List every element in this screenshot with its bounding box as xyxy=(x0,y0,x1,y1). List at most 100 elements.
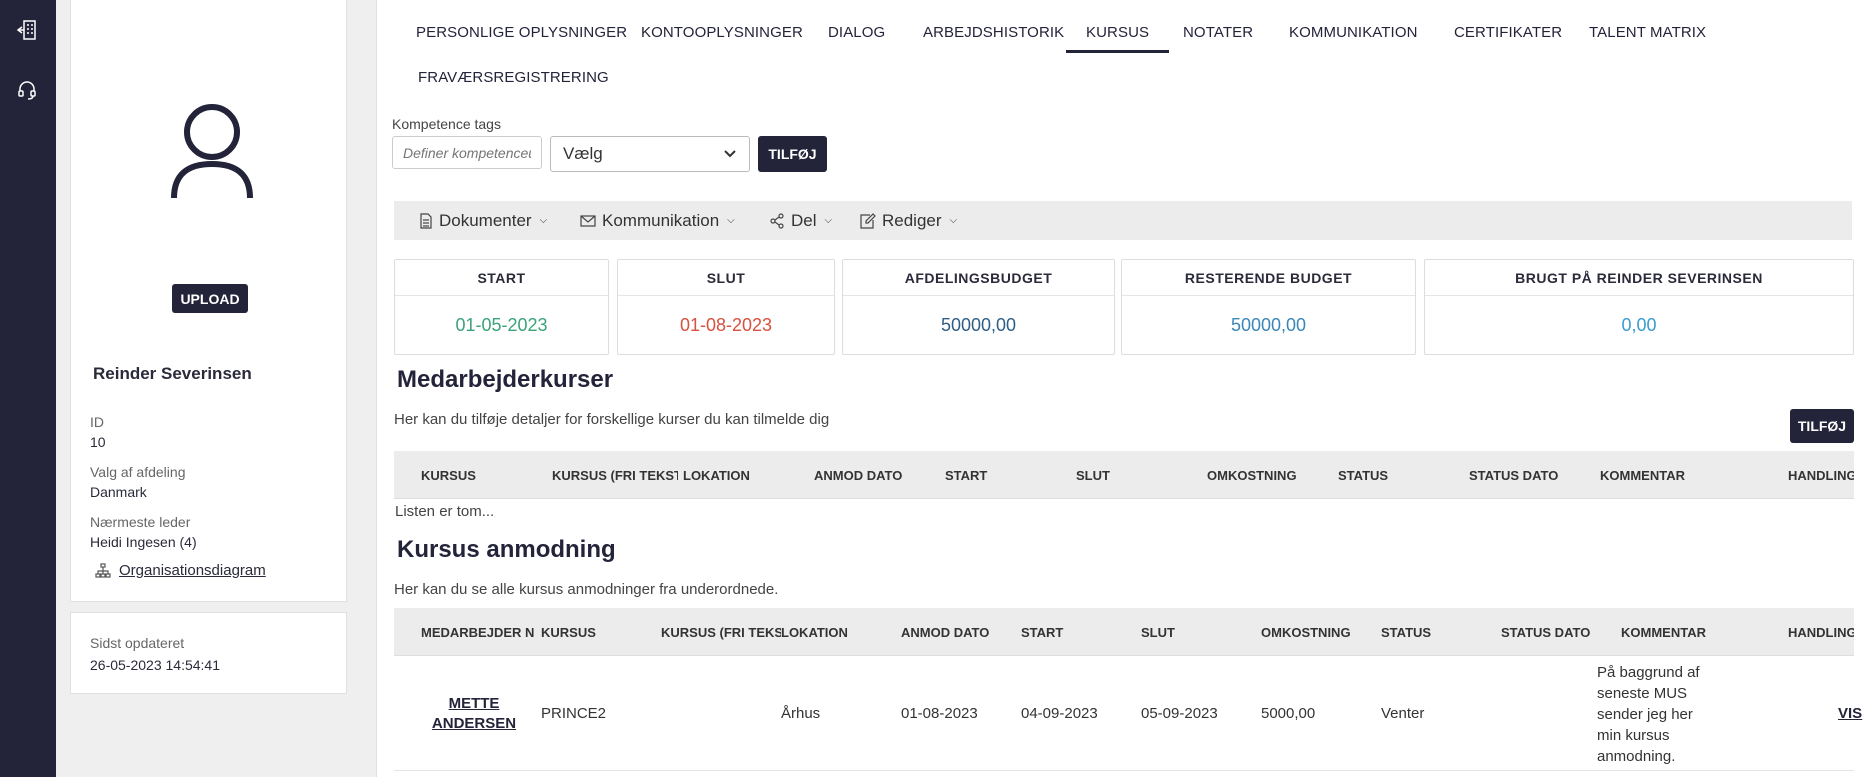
id-label: ID xyxy=(90,414,104,430)
column-header: OMKOSTNING xyxy=(1207,467,1297,483)
cell-comment: På baggrund af seneste MUS sender jeg he… xyxy=(1597,664,1700,765)
documents-label: Dokumenter xyxy=(439,210,532,230)
tab-account-info[interactable]: KONTOOPLYSNINGER xyxy=(641,24,803,41)
tab-certificates[interactable]: CERTIFIKATER xyxy=(1454,24,1562,41)
competence-tag-input[interactable] xyxy=(392,136,542,169)
stat-start-value: 01-05-2023 xyxy=(455,314,548,335)
tab-talent-matrix[interactable]: TALENT MATRIX xyxy=(1589,24,1706,41)
view-request-link[interactable]: VIS xyxy=(1838,705,1862,722)
competence-select[interactable]: Vælg xyxy=(550,136,750,172)
column-header: KURSUS (FRI TEKST) xyxy=(661,624,781,640)
cell-status: Venter xyxy=(1381,705,1425,722)
upload-button[interactable]: UPLOAD xyxy=(172,284,248,313)
department-label: Valg af afdeling xyxy=(90,464,186,480)
column-header: START xyxy=(1021,624,1064,640)
stat-start: START 01-05-2023 xyxy=(394,259,609,355)
empty-list-text: Listen er tom... xyxy=(395,503,495,520)
tab-notes[interactable]: NOTATER xyxy=(1183,24,1253,41)
competence-select-value: Vælg xyxy=(563,144,603,163)
stat-spent-value: 0,00 xyxy=(1621,314,1657,335)
left-rail xyxy=(0,0,56,777)
edit-menu[interactable]: Rediger ⌵ xyxy=(859,201,957,240)
employee-name-link[interactable]: METTE ANDERSEN xyxy=(414,694,534,734)
column-header: KOMMENTAR xyxy=(1600,467,1685,483)
column-header: LOKATION xyxy=(781,624,848,640)
employee-courses-title: Medarbejderkurser xyxy=(397,366,614,393)
column-header: MEDARBEJDER NAVN xyxy=(421,624,534,640)
last-updated-card: Sidst opdateret 26-05-2023 14:54:41 xyxy=(70,612,347,694)
profile-card: UPLOAD Reinder Severinsen ID 10 Valg af … xyxy=(70,0,347,602)
employee-courses-header: KURSUS KURSUS (FRI TEKST) LOKATION ANMOD… xyxy=(394,451,1854,499)
org-chart-label: Organisationsdiagram xyxy=(119,562,266,579)
employee-courses-description: Her kan du tilføje detaljer for forskell… xyxy=(394,411,830,428)
tab-courses[interactable]: KURSUS xyxy=(1065,24,1170,53)
tab-dialog[interactable]: DIALOG xyxy=(828,24,885,41)
cell-course: PRINCE2 xyxy=(541,705,607,722)
chevron-down-icon: ⌵ xyxy=(949,215,958,226)
column-header: KURSUS xyxy=(421,467,476,483)
column-header: KOMMENTAR xyxy=(1621,624,1706,640)
stat-remaining-budget-title: RESTERENDE BUDGET xyxy=(1122,260,1415,296)
course-requests-description: Her kan du se alle kursus anmodninger fr… xyxy=(394,581,779,598)
department-value: Danmark xyxy=(90,484,147,500)
manager-label: Nærmeste leder xyxy=(90,514,191,530)
stat-remaining-budget: RESTERENDE BUDGET 50000,00 xyxy=(1121,259,1416,355)
stat-end: SLUT 01-08-2023 xyxy=(617,259,835,355)
competence-tags-label: Kompetence tags xyxy=(392,116,501,132)
cell-cost: 5000,00 xyxy=(1261,705,1316,722)
column-header: HANDLING xyxy=(1788,467,1854,483)
column-header: HANDLING xyxy=(1788,624,1854,640)
document-icon xyxy=(420,212,432,229)
mail-icon xyxy=(580,214,596,227)
chevron-down-icon: ⌵ xyxy=(727,215,735,226)
add-competence-button[interactable]: TILFØJ xyxy=(758,136,827,172)
stat-department-budget: AFDELINGSBUDGET 50000,00 xyxy=(842,259,1115,355)
cell-location: Århus xyxy=(781,705,821,722)
tab-absence-registration[interactable]: FRAVÆRSREGISTRERING xyxy=(418,69,609,86)
last-updated-label: Sidst opdateret xyxy=(90,635,185,651)
chevron-down-icon: ⌵ xyxy=(824,215,833,226)
column-header: SLUT xyxy=(1076,467,1110,483)
stat-spent: BRUGT PÅ REINDER SEVERINSEN 0,00 xyxy=(1424,259,1854,355)
id-value: 10 xyxy=(90,434,106,450)
chevron-down-icon xyxy=(724,150,736,158)
avatar-icon xyxy=(167,102,257,202)
course-requests-header: MEDARBEJDER NAVN KURSUS KURSUS (FRI TEKS… xyxy=(394,608,1854,656)
column-header: ANMOD DATO xyxy=(901,624,990,640)
column-header: LOKATION xyxy=(683,467,750,483)
org-chart-link[interactable]: Organisationsdiagram xyxy=(95,562,266,579)
share-label: Del xyxy=(791,210,817,230)
tab-personal-info[interactable]: PERSONLIGE OPLYSNINGER xyxy=(416,24,627,41)
support-headset-icon[interactable] xyxy=(14,77,40,103)
documents-menu[interactable]: Dokumenter ⌵ xyxy=(419,201,547,240)
cell-request-date: 01-08-2023 xyxy=(901,705,978,722)
tab-work-history[interactable]: ARBEJDSHISTORIK xyxy=(923,24,1064,41)
add-course-button[interactable]: TILFØJ xyxy=(1790,409,1854,443)
column-header: STATUS DATO xyxy=(1469,467,1559,483)
profile-name: Reinder Severinsen xyxy=(93,364,252,383)
stat-department-budget-title: AFDELINGSBUDGET xyxy=(843,260,1114,296)
tab-communication[interactable]: KOMMUNIKATION xyxy=(1289,24,1418,41)
column-header: KURSUS xyxy=(541,624,596,640)
communication-label: Kommunikation xyxy=(602,210,720,230)
stat-remaining-budget-value: 50000,00 xyxy=(1230,314,1307,335)
share-menu[interactable]: Del ⌵ xyxy=(769,201,832,240)
stat-spent-title: BRUGT PÅ REINDER SEVERINSEN xyxy=(1425,260,1853,296)
column-header: START xyxy=(945,467,988,483)
column-header: KURSUS (FRI TEKST) xyxy=(552,467,678,483)
org-chart-icon xyxy=(95,562,111,578)
stat-department-budget-value: 50000,00 xyxy=(940,314,1017,335)
cell-start: 04-09-2023 xyxy=(1021,705,1098,722)
cell-end: 05-09-2023 xyxy=(1141,705,1218,722)
share-icon xyxy=(770,212,784,229)
stat-end-value: 01-08-2023 xyxy=(679,314,773,335)
manager-value: Heidi Ingesen (4) xyxy=(90,534,197,550)
stat-end-title: SLUT xyxy=(618,260,834,296)
column-header: STATUS DATO xyxy=(1501,624,1591,640)
column-header: STATUS xyxy=(1381,624,1432,640)
column-header: SLUT xyxy=(1141,624,1175,640)
table-row: METTE ANDERSEN PRINCE2 Århus 01-08-2023 … xyxy=(394,656,1862,771)
stat-start-title: START xyxy=(395,260,608,296)
building-exit-icon[interactable] xyxy=(14,17,40,43)
communication-menu[interactable]: Kommunikation ⌵ xyxy=(580,201,735,240)
